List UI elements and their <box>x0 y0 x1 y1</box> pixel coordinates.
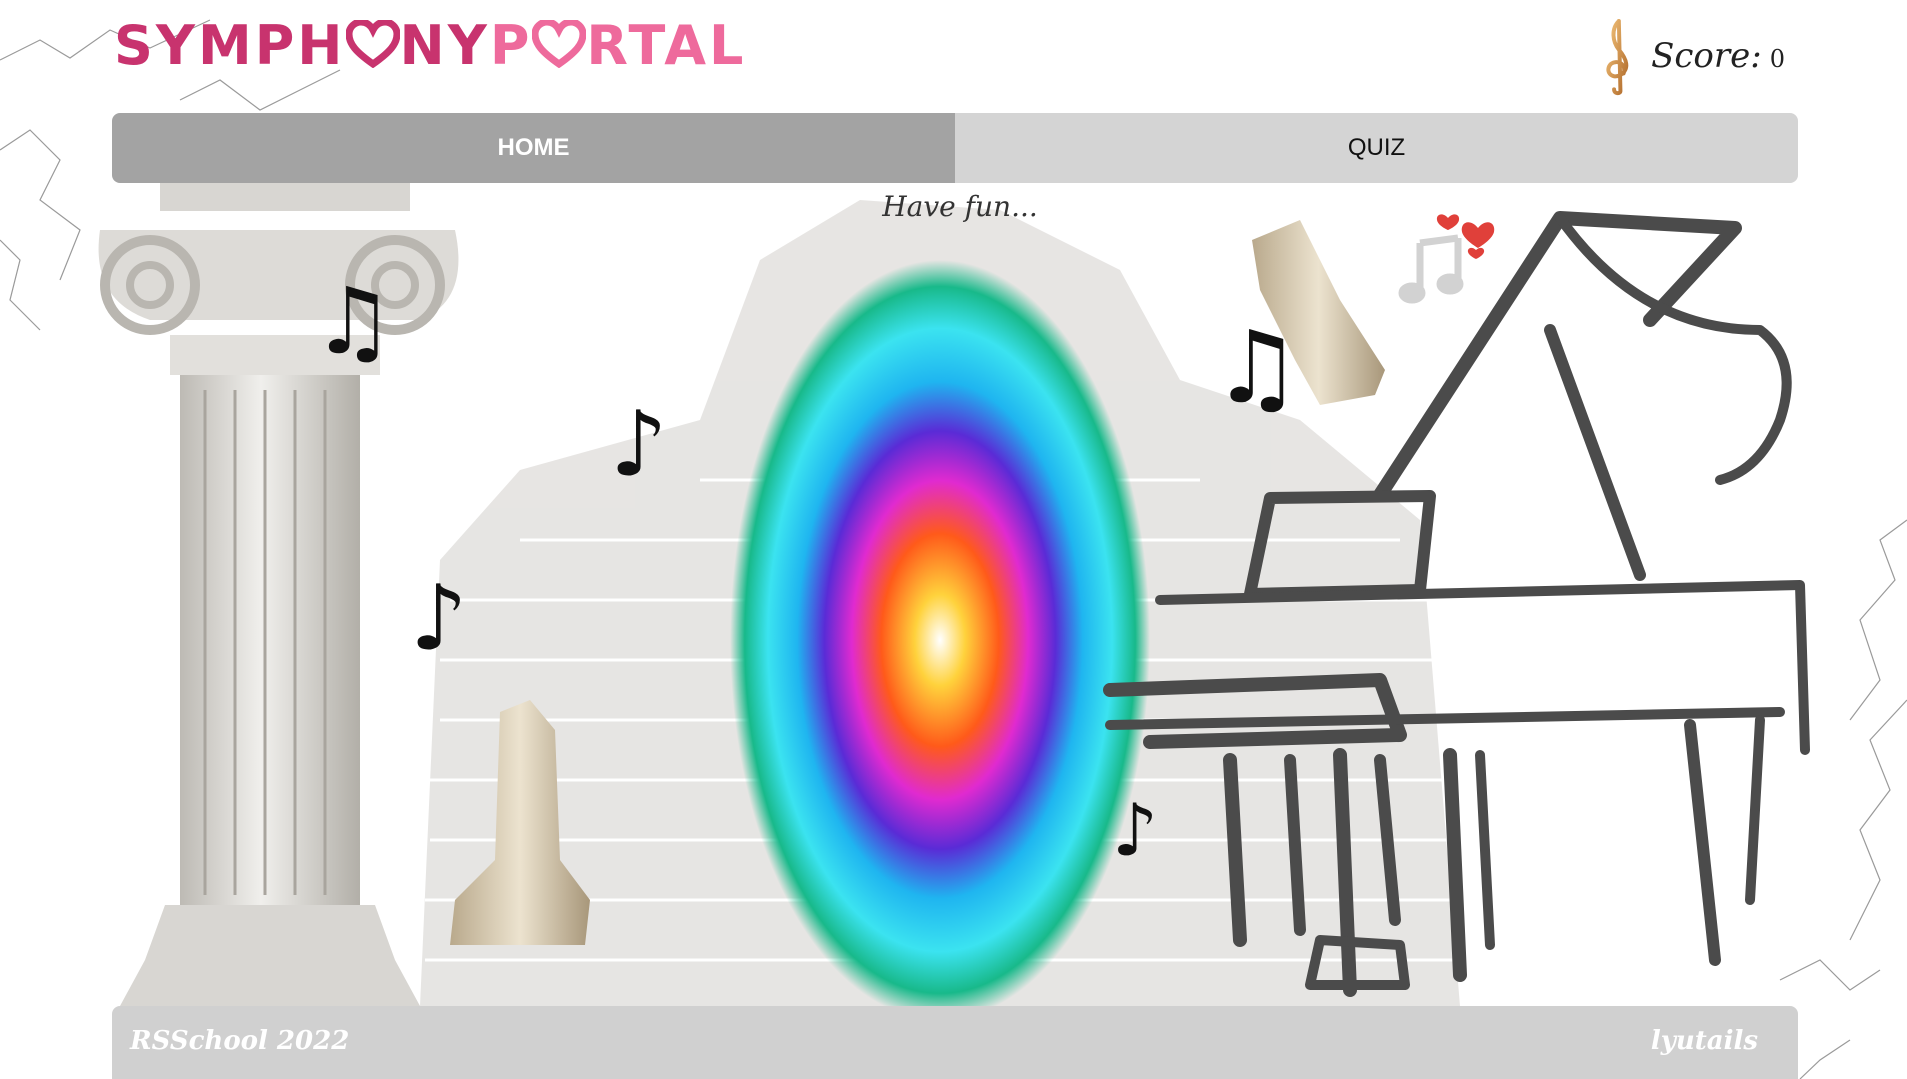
tagline: Have fun... <box>882 190 1038 223</box>
score-value: 0 <box>1769 45 1785 73</box>
eighth-note-icon: ♪ <box>410 566 468 671</box>
logo-text-p: P <box>489 14 533 77</box>
silver-notes-decoration <box>1398 234 1464 304</box>
eighth-note-icon: ♪ <box>610 392 668 497</box>
logo-text-rtal: RTAL <box>586 14 747 77</box>
rsschool-link[interactable]: RSSchool 2022 <box>130 1026 349 1056</box>
main-nav: HOME QUIZ <box>112 113 1798 183</box>
author-github-link[interactable]: lyutails <box>1651 1026 1758 1056</box>
eighth-note-icon: ♪ <box>1112 788 1158 872</box>
score-display: Score: 0 <box>1595 8 1785 104</box>
footer: RSSchool 2022 lyutails <box>112 1006 1798 1079</box>
score-label: Score: <box>1651 36 1762 76</box>
portal-scene <box>98 183 1810 1006</box>
logo-text-ny: NY <box>399 14 490 77</box>
site-logo[interactable]: SYMPH NYP RTAL <box>114 14 746 78</box>
heart-icon <box>532 20 587 68</box>
swirl-portal <box>730 260 1150 1006</box>
tab-quiz[interactable]: QUIZ <box>955 113 1798 183</box>
heart-icon <box>345 20 400 68</box>
beamed-notes-icon: ♫ <box>1212 309 1302 426</box>
tab-home[interactable]: HOME <box>112 113 955 183</box>
beamed-notes-icon: ♫ <box>312 268 395 375</box>
treble-clef-icon <box>1606 19 1629 96</box>
logo-text-symph: SYMPH <box>114 14 346 77</box>
ionic-column <box>98 183 459 1006</box>
